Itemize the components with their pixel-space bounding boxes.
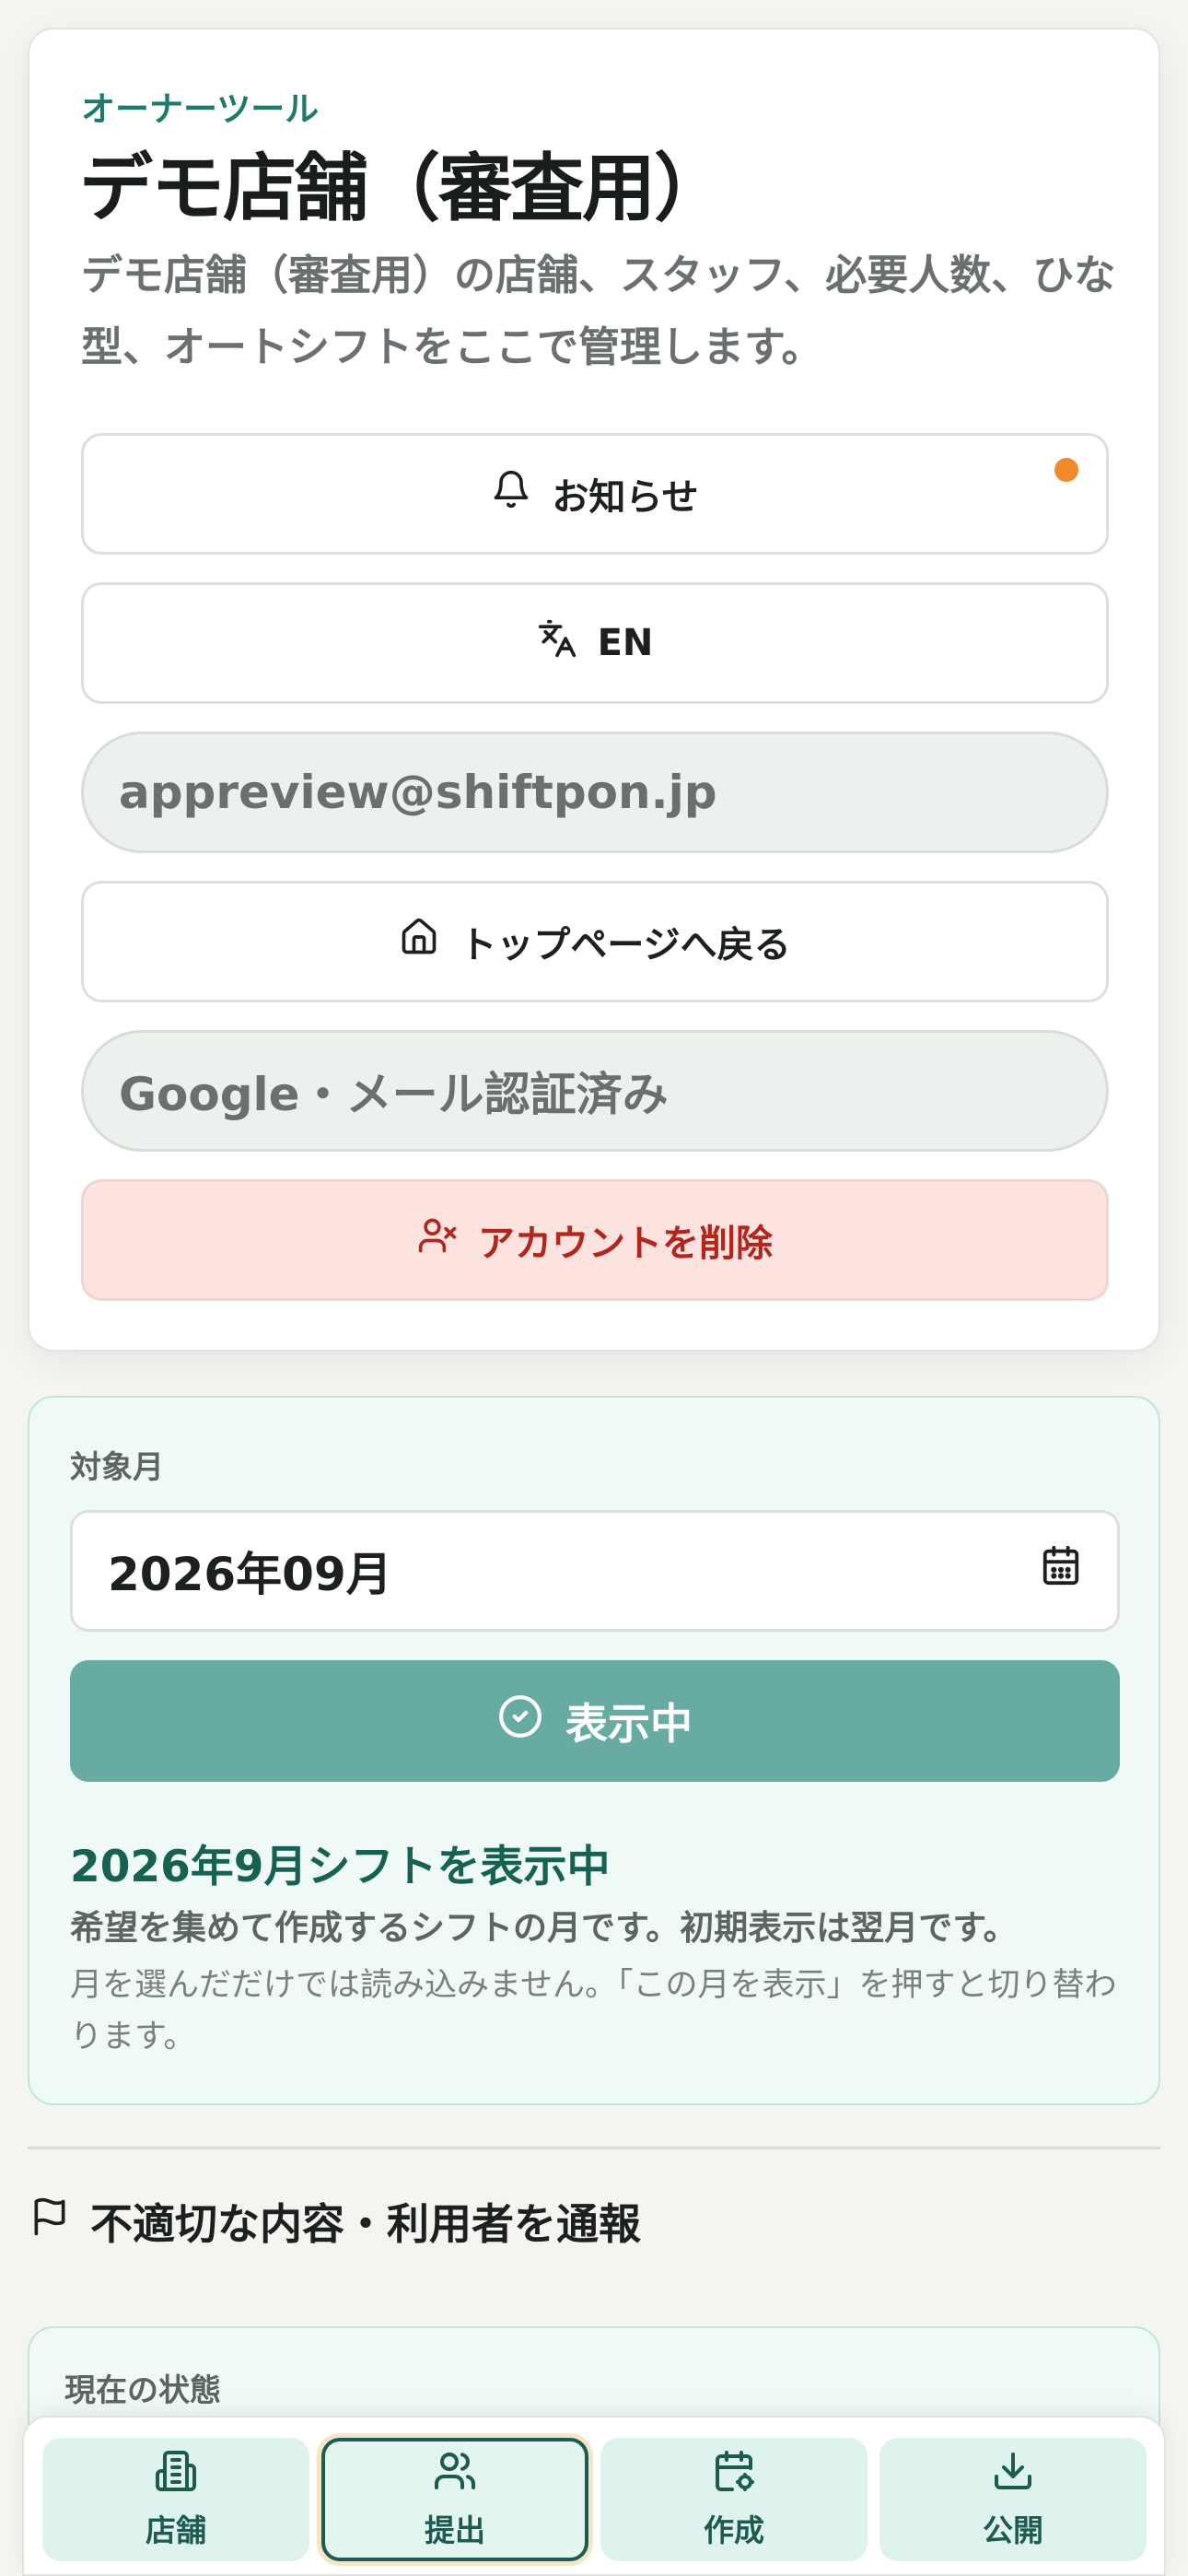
translate-icon — [537, 618, 577, 668]
month-description: 希望を集めて作成するシフトの月です。初期表示は翌月です。 — [70, 1908, 1018, 1948]
nav-label: 提出 — [425, 2512, 485, 2548]
page-subtitle: デモ店舗（審査用）の店舗、スタッフ、必要人数、ひな型、オートシフトをここで管理し… — [81, 251, 1116, 371]
building-icon — [154, 2449, 198, 2500]
page-title: デモ店舗（審査用） — [79, 146, 728, 231]
show-month-button[interactable]: 表示中 — [70, 1660, 1120, 1782]
language-toggle-button[interactable]: EN — [81, 582, 1109, 704]
nav-item-store[interactable]: 店舗 — [42, 2438, 309, 2561]
delete-account-button[interactable]: アカウントを削除 — [81, 1179, 1109, 1301]
show-month-label: 表示中 — [565, 1699, 693, 1749]
download-icon — [991, 2449, 1035, 2500]
month-heading: 2026年9月シフトを表示中 — [70, 1842, 611, 1892]
month-note: 月を選んだだけでは読み込みません。「この月を表示」を押すと切り替わります。 — [70, 1967, 1117, 2055]
language-label: EN — [597, 622, 654, 664]
calendar-icon[interactable] — [1040, 1544, 1082, 1598]
notifications-label: お知らせ — [552, 476, 699, 519]
nav-label: 作成 — [704, 2512, 764, 2548]
month-selector-card: 対象月 2026年09月 表示中 2026年9月シフトを表示中 希望を集めて作成… — [28, 1396, 1160, 2105]
users-icon — [433, 2449, 477, 2500]
report-label: 不適切な内容・利用者を通報 — [90, 2199, 641, 2249]
month-input[interactable]: 2026年09月 — [70, 1510, 1120, 1632]
nav-item-submit[interactable]: 提出 — [321, 2438, 588, 2561]
nav-label: 公開 — [983, 2512, 1043, 2548]
home-icon — [399, 917, 439, 966]
auth-status-badge: Google・メール認証済み — [81, 1030, 1109, 1152]
bottom-nav: 店舗 提出 作成 公開 — [22, 2416, 1166, 2576]
back-to-top-button[interactable]: トップページへ戻る — [81, 881, 1109, 1002]
nav-label: 店舗 — [146, 2512, 206, 2548]
delete-account-label: アカウントを削除 — [478, 1223, 773, 1265]
status-label: 現在の状態 — [64, 2372, 221, 2409]
check-circle-icon — [497, 1693, 543, 1750]
unread-dot — [1054, 458, 1078, 482]
month-value: 2026年09月 — [108, 1548, 392, 1601]
flag-icon — [29, 2196, 70, 2247]
notifications-button[interactable]: お知らせ — [81, 433, 1109, 555]
nav-item-create[interactable]: 作成 — [600, 2438, 868, 2561]
user-remove-icon — [417, 1215, 458, 1265]
account-email: appreview@shiftpon.jp — [81, 732, 1109, 853]
nav-item-publish[interactable]: 公開 — [879, 2438, 1147, 2561]
target-month-label: 対象月 — [70, 1449, 164, 1486]
back-to-top-label: トップページへ戻る — [460, 924, 791, 966]
report-link[interactable]: 不適切な内容・利用者を通報 — [29, 2191, 641, 2252]
calendar-cog-icon — [712, 2449, 756, 2500]
owner-tools-card: オーナーツール デモ店舗（審査用） デモ店舗（審査用）の店舗、スタッフ、必要人数… — [28, 28, 1160, 1352]
owner-tools-eyebrow: オーナーツール — [81, 89, 320, 129]
section-divider — [28, 2147, 1160, 2149]
bell-icon — [491, 469, 531, 519]
